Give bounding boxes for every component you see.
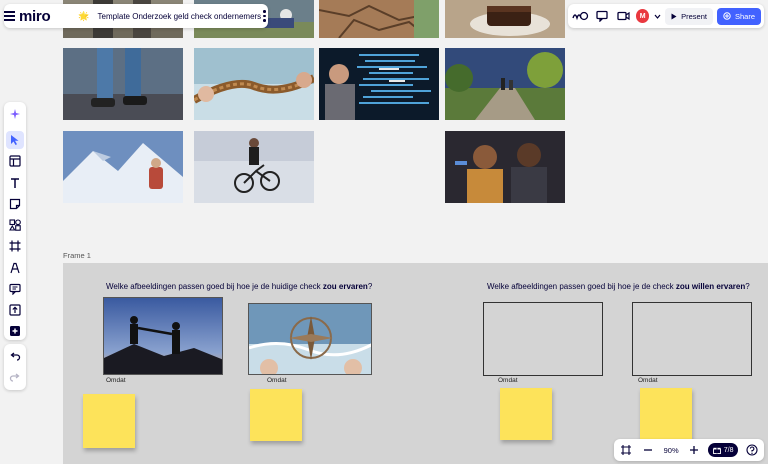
upload-icon[interactable] <box>6 301 24 319</box>
fit-to-screen-icon[interactable] <box>618 441 635 459</box>
sticky-note[interactable] <box>500 388 552 440</box>
undo-icon[interactable] <box>6 348 24 366</box>
share-button[interactable]: Share <box>716 7 761 25</box>
play-icon <box>671 13 677 19</box>
omdat-label[interactable]: Omdat <box>106 377 126 384</box>
frame-label[interactable]: Frame 1 <box>63 251 91 260</box>
card-helping-hand-photo[interactable] <box>103 297 223 375</box>
top-bar-right: M Present Share <box>568 4 764 28</box>
omdat-label[interactable]: Omdat <box>267 377 287 384</box>
question-desired-check[interactable]: Welke afbeeldingen passen goed bij hoe j… <box>487 282 750 291</box>
photo-celebrating-couple[interactable] <box>445 131 565 203</box>
zoom-out-icon[interactable] <box>640 441 657 459</box>
card-empty-2[interactable] <box>632 302 752 376</box>
omdat-label[interactable]: Omdat <box>498 377 518 384</box>
sticky-note[interactable] <box>250 389 302 441</box>
templates-icon[interactable] <box>6 152 24 170</box>
shapes-icon[interactable] <box>6 216 24 234</box>
pen-tool-icon[interactable] <box>6 259 24 277</box>
sticky-note[interactable] <box>83 394 135 448</box>
select-cursor-icon[interactable] <box>6 131 24 149</box>
main-menu-icon[interactable] <box>4 4 15 28</box>
photo-mountaineer-snow[interactable] <box>63 131 183 203</box>
zoom-level[interactable]: 90% <box>661 446 681 455</box>
top-bar-left: miro 🌟 Template Onderzoek geld check ond… <box>4 4 268 28</box>
ai-sparkle-icon[interactable] <box>6 105 24 123</box>
card-compass-photo[interactable] <box>248 303 372 375</box>
card-empty-1[interactable] <box>483 302 603 376</box>
history-toolbar <box>4 344 26 390</box>
user-avatar[interactable]: M <box>635 9 650 23</box>
redo-icon[interactable] <box>6 369 24 387</box>
photo-rope-tension[interactable] <box>194 48 314 120</box>
comment-tool-icon[interactable] <box>6 280 24 298</box>
more-apps-icon[interactable] <box>6 322 24 340</box>
frame-tool-icon[interactable] <box>6 237 24 255</box>
zoom-in-icon[interactable] <box>686 441 703 459</box>
zoom-controls: 90% 7/8 <box>614 439 764 461</box>
chevron-down-icon[interactable] <box>653 7 661 25</box>
photo-cracked-earth[interactable] <box>319 0 439 38</box>
sticky-note-icon[interactable] <box>6 195 24 213</box>
share-icon <box>723 12 731 20</box>
text-tool-icon[interactable] <box>6 174 24 192</box>
photo-hikers-trail[interactable] <box>445 48 565 120</box>
gift-icon <box>712 447 721 454</box>
reactions-icon[interactable] <box>571 7 589 25</box>
omdat-label[interactable]: Omdat <box>638 377 658 384</box>
board-more-icon[interactable] <box>261 4 268 28</box>
miro-logo[interactable]: miro <box>19 8 51 25</box>
present-button[interactable]: Present <box>665 7 713 25</box>
board-emoji-icon: 🌟 <box>78 10 90 21</box>
comments-icon[interactable] <box>593 7 610 25</box>
pages-counter[interactable]: 7/8 <box>707 443 739 457</box>
photo-code-screen-person[interactable] <box>319 48 439 120</box>
photo-chocolate-cake[interactable] <box>445 0 565 38</box>
board-title[interactable]: Template Onderzoek geld check ondernemer… <box>98 12 262 21</box>
photo-jogger-legs[interactable] <box>63 48 183 120</box>
photo-bmx-jump[interactable] <box>194 131 314 203</box>
sticky-note[interactable] <box>640 388 692 440</box>
video-call-icon[interactable] <box>614 7 631 25</box>
help-icon[interactable] <box>743 441 760 459</box>
question-current-check[interactable]: Welke afbeeldingen passen goed bij hoe j… <box>106 282 372 291</box>
creation-toolbar <box>4 102 26 340</box>
